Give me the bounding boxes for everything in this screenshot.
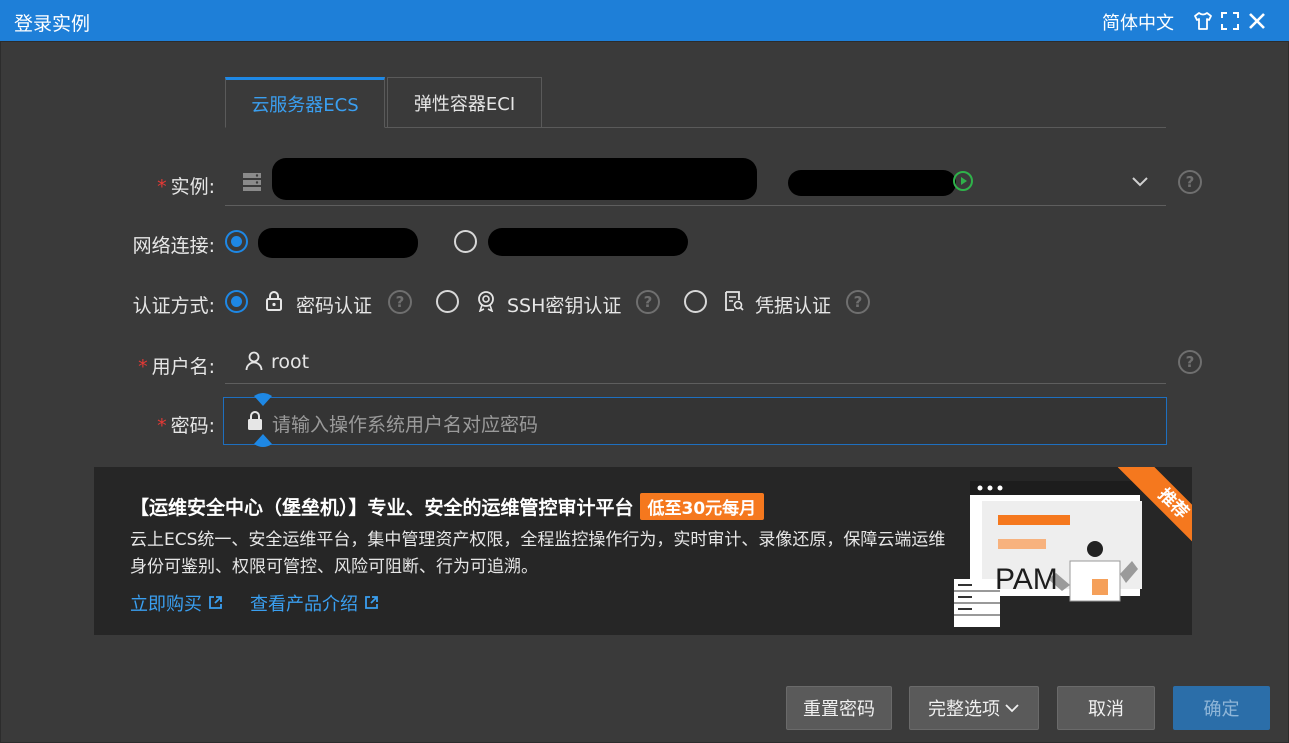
- password-placeholder: 请输入操作系统用户名对应密码: [272, 414, 539, 436]
- chevron-down-icon: [1004, 698, 1020, 719]
- promo-headline: 【运维安全中心（堡垒机）】专业、安全的运维管控审计平台 低至30元每月: [130, 493, 765, 520]
- network-radio-2[interactable]: [454, 230, 477, 253]
- buy-now-link[interactable]: 立即购买: [130, 590, 223, 616]
- network-option-2-redacted: [488, 228, 688, 256]
- credential-auth-help-icon[interactable]: ?: [846, 290, 870, 314]
- auth-radio-ssh[interactable]: [436, 290, 459, 313]
- auth-label: 认证方式:: [132, 295, 215, 317]
- promo-description: 云上ECS统一、安全运维平台，集中管理资产权限，全程监控操作行为，实时审计、录像…: [130, 530, 946, 577]
- running-status-icon: [952, 170, 974, 192]
- chevron-down-icon[interactable]: [1130, 173, 1150, 189]
- pam-text: PAM: [995, 563, 1058, 596]
- network-label: 网络连接:: [132, 235, 215, 257]
- external-link-icon: [364, 594, 379, 615]
- cancel-button[interactable]: 取消: [1057, 686, 1155, 730]
- price-badge: 低至30元每月: [639, 493, 765, 520]
- instance-id-redacted: [788, 170, 956, 196]
- full-options-button[interactable]: 完整选项: [909, 686, 1039, 730]
- password-label: * 密码:: [157, 415, 215, 437]
- instance-name-redacted: [272, 158, 757, 200]
- instance-label: * 实例:: [157, 176, 215, 198]
- window-title: 登录实例: [14, 13, 91, 35]
- confirm-button[interactable]: 确定: [1173, 686, 1270, 730]
- text-cursor-handle-top: [252, 392, 274, 408]
- credential-icon: [724, 290, 744, 312]
- lock-icon: [265, 290, 283, 312]
- user-icon: [245, 351, 263, 371]
- product-intro-link[interactable]: 查看产品介绍: [250, 590, 379, 616]
- login-dialog: [0, 41, 1289, 743]
- password-auth-help-icon[interactable]: ?: [388, 290, 412, 314]
- username-input[interactable]: root: [271, 351, 309, 373]
- promo-banner: 【运维安全中心（堡垒机）】专业、安全的运维管控审计平台 低至30元每月 云上ECS…: [94, 467, 1192, 635]
- reset-password-button[interactable]: 重置密码: [786, 686, 892, 730]
- title-bar: 登录实例 简体中文: [0, 0, 1289, 41]
- network-option-1-redacted: [258, 228, 418, 258]
- fullscreen-icon[interactable]: [1219, 10, 1241, 32]
- lock-icon: [246, 410, 264, 432]
- auth-option-credential[interactable]: 凭据认证: [755, 291, 831, 318]
- shirt-icon[interactable]: [1192, 10, 1214, 32]
- auth-option-ssh[interactable]: SSH密钥认证: [507, 291, 621, 318]
- badge-icon: [476, 290, 496, 313]
- username-underline: [225, 383, 1166, 384]
- instance-help-icon[interactable]: ?: [1178, 170, 1202, 194]
- tab-eci[interactable]: 弹性容器ECI: [387, 77, 542, 128]
- username-help-icon[interactable]: ?: [1178, 350, 1202, 374]
- password-input[interactable]: 请输入操作系统用户名对应密码: [223, 397, 1167, 445]
- network-radio-1[interactable]: [225, 230, 248, 253]
- language-selector[interactable]: 简体中文: [1102, 9, 1174, 35]
- close-icon[interactable]: [1246, 10, 1268, 32]
- auth-radio-credential[interactable]: [684, 290, 707, 313]
- tab-ecs[interactable]: 云服务器ECS: [225, 77, 385, 128]
- text-cursor-handle-bottom: [252, 432, 274, 448]
- instance-select-underline[interactable]: [225, 205, 1166, 206]
- username-label: * 用户名:: [138, 356, 215, 378]
- auth-radio-password[interactable]: [225, 290, 248, 313]
- external-link-icon: [208, 594, 223, 615]
- server-icon: [243, 172, 261, 192]
- auth-option-password[interactable]: 密码认证: [296, 291, 372, 318]
- recommend-ribbon: 推荐: [1102, 467, 1192, 557]
- ssh-auth-help-icon[interactable]: ?: [636, 290, 660, 314]
